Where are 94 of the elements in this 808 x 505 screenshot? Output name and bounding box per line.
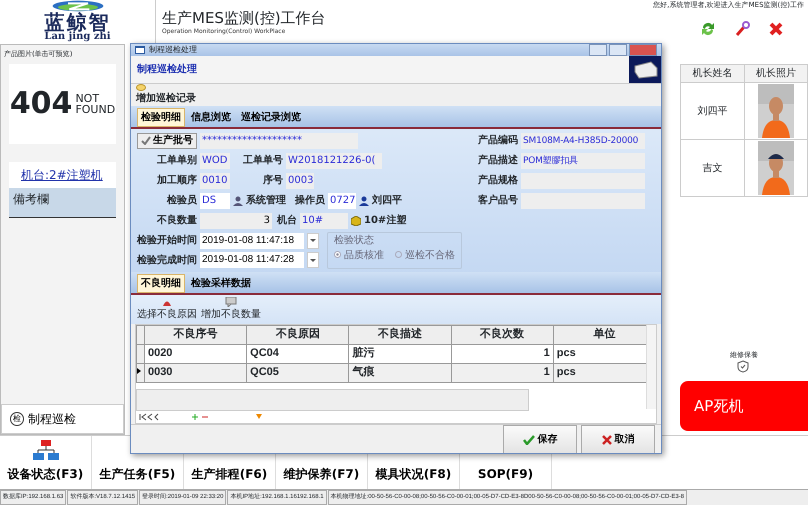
error-code: 404 (10, 88, 72, 118)
input-field[interactable]: W2018121226-0( (286, 152, 382, 168)
table-cell: 脏污 (348, 344, 452, 363)
machine-name: 10#注塑 (364, 213, 406, 228)
maximize-button[interactable] (609, 44, 627, 56)
person-icon (233, 196, 243, 206)
field-label: 加工顺序 (156, 173, 197, 188)
wrench-icon[interactable] (734, 20, 750, 36)
field-label: 检验员 (166, 194, 197, 208)
tab[interactable]: 检验明细 (137, 108, 185, 127)
toolbar-button[interactable]: 增加不良数量 (201, 296, 261, 322)
table-cell: 刘四平 (680, 82, 744, 140)
input-field[interactable]: DS (200, 192, 230, 208)
field-label: 机台 (276, 214, 297, 228)
check-icon (141, 136, 151, 145)
operator-name: 系统管理 (246, 194, 286, 208)
dropdown-button[interactable] (307, 232, 319, 248)
logo-text: 蓝鲸智 (44, 12, 110, 32)
window-title: 制程巡检处理 (149, 44, 197, 56)
folder-icon (136, 84, 146, 91)
error-text: FOUND (75, 104, 116, 114)
cancel-button[interactable]: 取消 (581, 424, 655, 453)
table-cell: 气痕 (348, 363, 452, 382)
save-button[interactable]: 保存 (503, 424, 577, 453)
column-header: 不良原因 (246, 325, 349, 344)
field-label: 检验完成时间 (137, 253, 197, 268)
remarks-field[interactable]: 備考欄 (9, 188, 116, 218)
column-header: 不良次数 (451, 325, 554, 344)
field-label: 操作员 (294, 194, 325, 208)
column-header: 机长姓名 (680, 64, 744, 82)
minimize-button[interactable] (589, 44, 607, 56)
table-cell: 吉文 (680, 140, 744, 196)
input-field[interactable]: SM108M-A4-H385D-20000 (521, 132, 645, 148)
column-header: 不良描述 (348, 325, 452, 344)
scrollbar[interactable] (646, 324, 656, 408)
input-field[interactable]: POM塑膠扣具 (521, 152, 645, 168)
field-label: 产品规格 (477, 174, 518, 188)
check-icon (522, 434, 534, 444)
input-field[interactable]: 2019-01-08 11:47:18 (200, 232, 304, 248)
close-icon (602, 434, 612, 444)
input-field[interactable]: 0010 (200, 172, 230, 188)
input-field[interactable]: 10# (300, 212, 348, 228)
field-label: 检验开始时间 (137, 234, 197, 248)
tab[interactable]: 信息浏览 (187, 108, 235, 127)
input-field[interactable]: 0003 (286, 172, 314, 188)
error-text: NOT (75, 92, 100, 104)
field-label: 工单单别 (156, 154, 197, 168)
input-field[interactable]: 2019-01-08 11:47:28 (200, 252, 304, 268)
person-icon (359, 196, 369, 206)
row-pointer-icon (137, 368, 141, 374)
table-cell: QC05 (246, 363, 349, 382)
dropdown-button[interactable] (307, 252, 319, 268)
batch-button[interactable]: 生产批号 (137, 132, 197, 148)
shield-icon (737, 360, 749, 373)
table-cell: 0030 (144, 363, 247, 382)
tab[interactable]: 检验采样数据 (187, 274, 255, 292)
input-field[interactable]: WOD (200, 152, 230, 168)
add-record-button[interactable]: 增加巡检记录 (131, 84, 661, 106)
machine-link[interactable]: 机台:2#注塑机 (9, 162, 116, 188)
input-field[interactable] (521, 192, 645, 208)
tab[interactable]: 巡检记录浏览 (237, 108, 305, 127)
group-title: 检验状态 (334, 234, 375, 248)
column-header: 机长照片 (744, 64, 808, 82)
refresh-icon[interactable] (700, 20, 716, 36)
toolbar-button[interactable]: 选择不良原因 (137, 296, 197, 322)
app-title: 生产MES监测(控)工作台 (162, 10, 327, 26)
table-cell: 1 (451, 344, 554, 363)
close-icon[interactable] (768, 20, 784, 36)
input-field[interactable]: ******************** (200, 132, 358, 148)
table-cell: 1 (451, 363, 554, 382)
alert-button[interactable]: AP死机 (680, 381, 808, 431)
field-label: 产品编码 (477, 134, 518, 148)
network-icon (32, 439, 58, 461)
input-field[interactable]: 0727 (328, 192, 356, 208)
field-label: 客户品号 (477, 193, 518, 208)
window-icon (135, 46, 145, 54)
field-label: 不良数量 (156, 213, 197, 228)
inspection-button[interactable]: 检 制程巡检 (1, 404, 124, 434)
field-label: 序号 (262, 173, 283, 188)
input-field[interactable]: 3 (200, 212, 272, 228)
radio-option[interactable]: 品质核准 (334, 248, 384, 263)
column-header: 不良序号 (144, 325, 247, 344)
operator-name: 刘四平 (372, 193, 402, 208)
table-cell: 0020 (144, 344, 247, 363)
cube-icon (351, 216, 361, 226)
field-label: 工单单号 (242, 154, 283, 168)
table-cell: QC04 (246, 344, 349, 363)
logo-subtitle: Lan jing zhi (44, 32, 111, 42)
comment-icon (225, 296, 237, 306)
tab[interactable]: 不良明细 (137, 274, 185, 292)
field-label: 产品描述 (477, 154, 518, 168)
input-field[interactable] (521, 172, 645, 188)
radio-option[interactable]: 巡检不合格 (395, 248, 455, 263)
dialog-heading: 制程巡检处理 (137, 62, 197, 77)
